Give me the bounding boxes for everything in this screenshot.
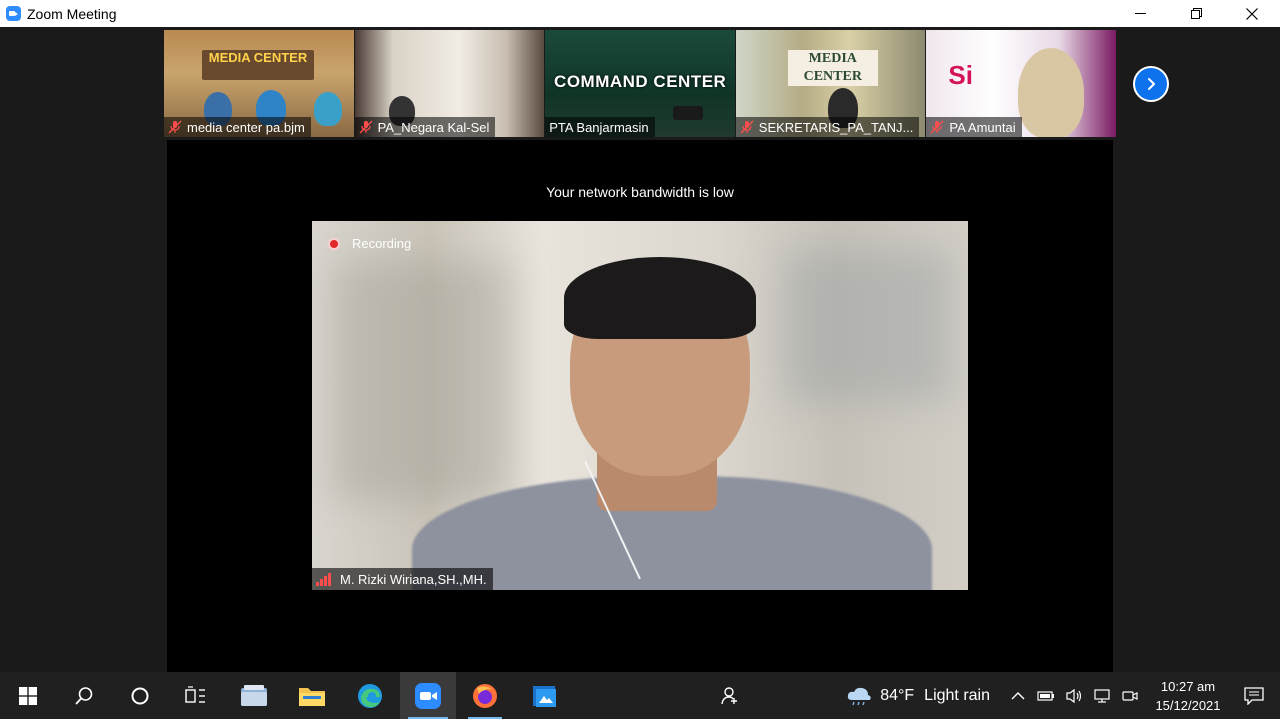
participant-name: SEKRETARIS_PA_TANJ... <box>758 119 914 135</box>
cloud-rain-icon <box>848 687 871 705</box>
restore-button[interactable] <box>1168 0 1224 27</box>
gallery-next-button[interactable] <box>1133 66 1169 102</box>
weather-condition: Light rain <box>924 686 990 704</box>
folder-icon <box>299 687 325 706</box>
camera-icon <box>1122 690 1138 701</box>
edge-browser-icon <box>358 683 382 708</box>
network-ethernet-icon <box>1094 688 1110 703</box>
speaker-volume-icon <box>1066 688 1082 703</box>
battery-tray-button[interactable] <box>1032 672 1060 719</box>
minimize-button[interactable] <box>1112 0 1168 27</box>
active-speaker-stage: Your network bandwidth is low Recording … <box>167 140 1113 672</box>
windows-logo-icon <box>19 686 37 705</box>
start-button[interactable] <box>0 672 56 719</box>
participant-tile[interactable]: PA_Negara Kal-Sel <box>354 30 545 137</box>
background-sign: MEDIA CENTER <box>202 50 314 80</box>
participant-name-label: media center pa.bjm <box>164 117 311 137</box>
people-button[interactable] <box>702 672 758 719</box>
meet-now-tray-button[interactable] <box>1116 672 1144 719</box>
action-center-button[interactable] <box>1236 672 1272 719</box>
task-view-icon <box>185 685 205 703</box>
background-sign: Si <box>948 60 973 90</box>
people-icon <box>721 686 737 704</box>
battery-icon <box>1037 690 1054 701</box>
cortana-icon <box>131 687 149 704</box>
background-sign: COMMAND CENTER <box>554 72 727 91</box>
cortana-button[interactable] <box>112 672 168 719</box>
task-view-button[interactable] <box>168 672 224 719</box>
monitor-shape <box>673 106 704 120</box>
weather-temperature: 84°F <box>880 686 915 704</box>
participant-figure <box>1018 48 1085 137</box>
mic-muted-icon <box>930 120 944 134</box>
participant-name-label: PTA Banjarmasin <box>545 117 655 137</box>
participant-name-label: PA Amuntai <box>926 117 1022 137</box>
restore-icon <box>1190 8 1202 19</box>
participant-tile[interactable]: COMMAND CENTER PTA Banjarmasin <box>545 30 735 137</box>
chevron-up-icon <box>1011 691 1025 699</box>
participant-name: PTA Banjarmasin <box>549 119 649 135</box>
participant-tile[interactable]: MEDIA CENTER media center pa.bjm <box>164 30 354 137</box>
file-explorer-icon <box>241 684 267 706</box>
zoom-icon <box>415 682 441 709</box>
notification-icon <box>1244 686 1264 705</box>
speaker-name: M. Rizki Wiriana,SH.,MH. <box>340 571 487 587</box>
mic-muted-icon <box>359 120 373 134</box>
network-bandwidth-warning: Your network bandwidth is low <box>546 184 734 200</box>
taskbar-app-folder[interactable] <box>284 672 340 719</box>
background-sign: MEDIA CENTER <box>787 50 878 86</box>
photos-icon <box>533 685 556 707</box>
gallery-strip: MEDIA CENTER media center pa.bjm PA_Nega… <box>164 30 1116 137</box>
participant-name-label: SEKRETARIS_PA_TANJ... <box>735 117 920 137</box>
chevron-right-icon <box>1148 78 1155 90</box>
participant-figure <box>314 92 342 126</box>
clock-time: 10:27 am <box>1160 678 1216 694</box>
network-tray-button[interactable] <box>1088 672 1116 719</box>
recording-dot-icon <box>328 237 340 250</box>
taskbar-app-photos[interactable] <box>514 672 574 719</box>
participant-name: PA Amuntai <box>949 119 1016 135</box>
taskbar-app-edge[interactable] <box>340 672 400 719</box>
participant-tile[interactable]: MEDIA CENTER SEKRETARIS_PA_TANJ... <box>735 30 926 137</box>
search-button[interactable] <box>56 672 112 719</box>
show-hidden-icons-button[interactable] <box>1004 672 1032 719</box>
minimize-icon <box>1134 13 1146 14</box>
recording-indicator: Recording <box>328 236 411 251</box>
participant-tile[interactable]: Si PA Amuntai <box>926 30 1116 137</box>
taskbar-app-firefox[interactable] <box>456 672 514 719</box>
active-speaker-video[interactable]: Recording M. Rizki Wiriana,SH.,MH. <box>312 221 968 590</box>
title-bar: Zoom Meeting <box>0 0 1280 27</box>
signal-strength-icon <box>316 572 334 586</box>
mic-muted-icon <box>740 120 754 134</box>
participant-name: PA_Negara Kal-Sel <box>377 119 490 135</box>
firefox-icon <box>473 683 497 708</box>
volume-tray-button[interactable] <box>1060 672 1088 719</box>
recording-label: Recording <box>352 236 412 251</box>
search-icon <box>75 686 93 705</box>
participant-name-label: PA_Negara Kal-Sel <box>354 117 496 137</box>
window-controls <box>1112 0 1280 27</box>
weather-widget[interactable]: 84°F Light rain <box>846 686 990 706</box>
clock-date: 15/12/2021 <box>1155 697 1221 713</box>
close-icon <box>1246 7 1258 20</box>
speaker-name-label: M. Rizki Wiriana,SH.,MH. <box>312 568 493 590</box>
taskbar-clock[interactable]: 10:27 am 15/12/2021 <box>1148 677 1228 715</box>
zoom-app-icon <box>6 6 21 21</box>
system-tray: 84°F Light rain 10:27 am 15/12/2021 <box>846 672 1280 719</box>
windows-taskbar: 84°F Light rain 10:27 am 15/12/2021 <box>0 672 1280 719</box>
mic-muted-icon <box>168 120 182 134</box>
taskbar-app-file-explorer[interactable] <box>224 672 284 719</box>
close-button[interactable] <box>1224 0 1280 27</box>
taskbar-app-zoom[interactable] <box>400 672 456 719</box>
participant-name: media center pa.bjm <box>187 119 305 135</box>
window-title: Zoom Meeting <box>27 5 117 22</box>
